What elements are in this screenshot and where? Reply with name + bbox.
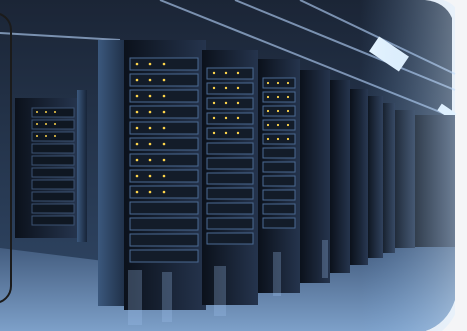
left-rack-row bbox=[15, 90, 87, 242]
server-room-image bbox=[0, 0, 467, 331]
server-room-illustration bbox=[0, 0, 467, 331]
right-panel-curve bbox=[442, 0, 467, 331]
left-frame-border bbox=[0, 12, 12, 304]
